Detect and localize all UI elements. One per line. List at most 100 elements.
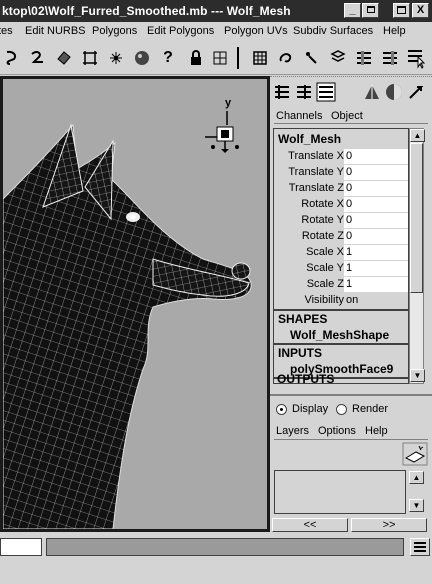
list-icon[interactable] [353, 47, 375, 69]
channel-box-menu: Channels Object [274, 108, 428, 124]
layer-scroll-down-icon[interactable]: ▼ [409, 499, 424, 512]
attr-value-field[interactable]: 0 [344, 213, 408, 228]
attr-label: Scale X [306, 246, 344, 258]
pick-arrow-icon[interactable] [406, 82, 426, 102]
menu-help[interactable]: Help [365, 425, 388, 437]
display-label: Display [292, 403, 329, 415]
menu-layers[interactable]: Layers [276, 425, 309, 437]
render-label: Render [352, 403, 389, 415]
next-panel-button[interactable]: >> [351, 518, 427, 532]
panel-divider [270, 394, 432, 396]
close-button[interactable]: X [412, 3, 429, 18]
menu-object[interactable]: Object [331, 110, 363, 122]
layer-scroll-up-icon[interactable]: ▲ [409, 471, 424, 484]
attr-row-scale-y[interactable]: Scale Y1 [274, 261, 410, 277]
menu-bar: tes Edit NURBS Polygons Edit Polygons Po… [0, 22, 432, 41]
help-icon[interactable]: ? [157, 47, 179, 69]
attr-value-field[interactable]: 0 [344, 197, 408, 212]
lock-icon[interactable] [185, 47, 207, 69]
divider [274, 343, 410, 345]
perspective-viewport[interactable]: y [0, 76, 270, 532]
render-radio[interactable] [336, 404, 347, 415]
menu-item-edit-polygons[interactable]: Edit Polygons [147, 25, 214, 37]
divider [274, 309, 410, 311]
scroll-down-icon[interactable]: ▼ [410, 369, 425, 382]
grid-box-icon[interactable] [249, 47, 271, 69]
menu-item-edit-nurbs[interactable]: Edit NURBS [25, 25, 86, 37]
attr-label: Rotate Y [301, 214, 344, 226]
menu-item-help[interactable]: Help [383, 25, 406, 37]
attr-row-visibility[interactable]: Visibility on [274, 293, 410, 309]
channel-box-scrollbar[interactable]: ▲ ▼ [409, 128, 425, 384]
scroll-thumb[interactable] [410, 143, 423, 293]
shelf-toolbar: ? [0, 41, 432, 75]
menu-item-polygon-uvs[interactable]: Polygon UVs [224, 25, 288, 37]
attr-row-rotate-y[interactable]: Rotate Y0 [274, 213, 410, 229]
link-icon[interactable] [275, 47, 297, 69]
curve-icon[interactable] [27, 47, 49, 69]
prev-panel-button[interactable]: << [272, 518, 348, 532]
view-cube-manipulator-icon[interactable] [201, 109, 245, 153]
shapes-header: SHAPES [278, 312, 328, 326]
attr-row-translate-y[interactable]: Translate Y0 [274, 165, 410, 181]
maximize-button[interactable] [393, 3, 410, 18]
channel-box-mode-icon[interactable] [272, 82, 292, 102]
command-input[interactable] [0, 538, 42, 556]
attr-value-field[interactable]: 0 [344, 229, 408, 244]
attr-row-rotate-z[interactable]: Rotate Z0 [274, 229, 410, 245]
menu-item-polygons[interactable]: Polygons [92, 25, 137, 37]
restore-button[interactable] [362, 3, 379, 18]
lattice-icon[interactable] [79, 47, 101, 69]
channel-box-toolbar [272, 82, 344, 104]
shape-node-name[interactable]: Wolf_MeshShape [290, 328, 389, 342]
blend-icon[interactable] [301, 47, 323, 69]
sphere-icon[interactable] [131, 47, 153, 69]
perspective-icon[interactable] [362, 82, 382, 102]
attr-value-field[interactable]: 1 [344, 277, 408, 292]
attr-value-field[interactable]: 1 [344, 261, 408, 276]
tool-settings-mode-icon[interactable] [316, 82, 336, 102]
channel-list: Wolf_Mesh Translate X0 Translate Y0 Tran… [273, 128, 410, 384]
attr-value-field[interactable]: 0 [344, 149, 408, 164]
menu-channels[interactable]: Channels [276, 110, 322, 122]
shading-icon[interactable] [384, 82, 404, 102]
attr-label: Rotate X [301, 198, 344, 210]
mesh-icon[interactable] [53, 47, 75, 69]
title-bar: ktop\02\Wolf_Furred_Smoothed.mb --- Wolf… [0, 0, 432, 22]
layer-type-radio-group: Display Render [274, 402, 428, 418]
new-layer-icon[interactable] [402, 442, 428, 466]
attr-label: Visibility [304, 294, 344, 306]
grid-icon[interactable] [209, 47, 231, 69]
channel-box-panel: Channels Object Wolf_Mesh Translate X0 T… [270, 76, 432, 532]
command-line-bar [0, 532, 432, 584]
minimize-button[interactable]: _ [344, 3, 361, 18]
scroll-up-icon[interactable]: ▲ [410, 129, 425, 142]
pane-separator [270, 76, 432, 80]
attr-row-scale-z[interactable]: Scale Z1 [274, 277, 410, 293]
layer-list[interactable] [274, 470, 406, 514]
list-icon-2[interactable] [379, 47, 401, 69]
attr-label: Translate Y [288, 166, 344, 178]
menu-options[interactable]: Options [318, 425, 356, 437]
attr-value-field[interactable]: 0 [344, 181, 408, 196]
attr-value-field[interactable]: 0 [344, 165, 408, 180]
script-icon[interactable] [327, 47, 349, 69]
script-editor-button[interactable] [410, 538, 430, 556]
menu-item-subdiv-surfaces[interactable]: Subdiv Surfaces [293, 25, 373, 37]
display-radio[interactable] [276, 404, 287, 415]
attr-row-translate-z[interactable]: Translate Z0 [274, 181, 410, 197]
script-editor-icon [414, 542, 426, 552]
window-title: ktop\02\Wolf_Furred_Smoothed.mb --- Wolf… [2, 4, 291, 18]
attr-value-field[interactable]: 1 [344, 245, 408, 260]
lasso-icon[interactable] [1, 47, 23, 69]
attr-label: Scale Z [306, 278, 344, 290]
attr-row-scale-x[interactable]: Scale X1 [274, 245, 410, 261]
attribute-editor-mode-icon[interactable] [294, 82, 314, 102]
channel-box-toggle-icon[interactable] [405, 47, 427, 69]
attr-row-rotate-x[interactable]: Rotate X0 [274, 197, 410, 213]
attr-row-translate-x[interactable]: Translate X0 [274, 149, 410, 165]
attr-label: Rotate Z [301, 230, 344, 242]
menu-item-tes[interactable]: tes [0, 25, 13, 37]
sparkle-icon[interactable] [105, 47, 127, 69]
attr-value-field[interactable]: on [344, 293, 408, 308]
